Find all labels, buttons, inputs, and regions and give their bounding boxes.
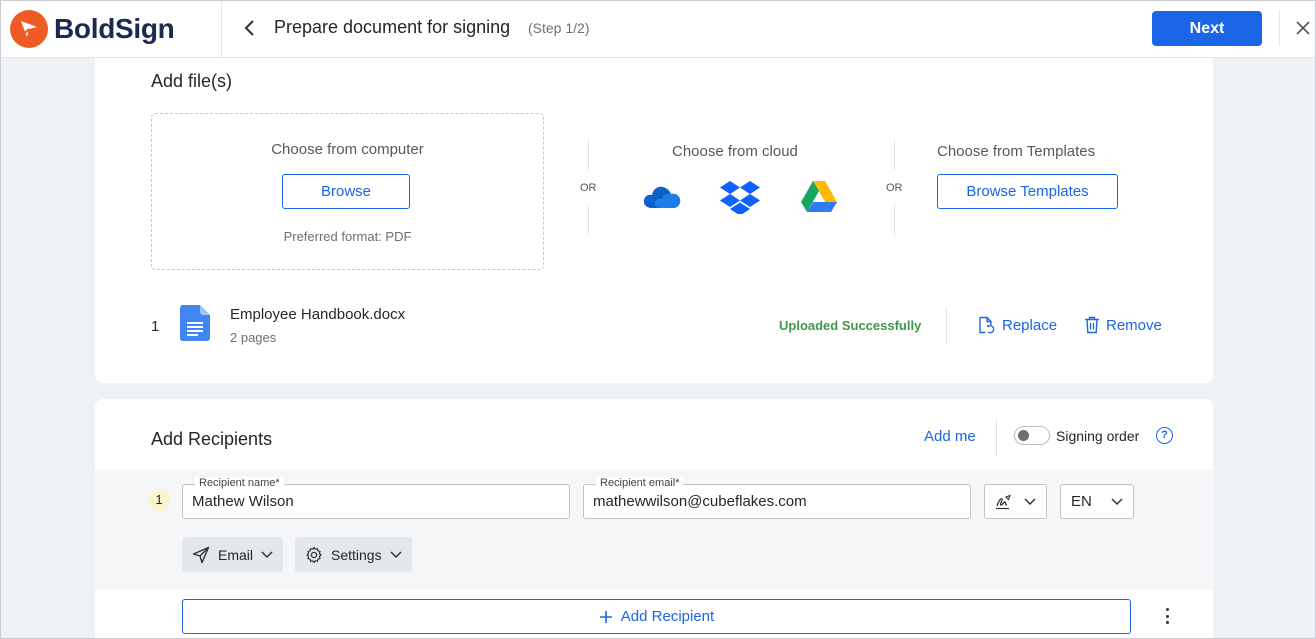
choose-from-templates-label: Choose from Templates: [937, 143, 1096, 160]
header-divider: [221, 0, 222, 58]
divider: [588, 205, 589, 235]
replace-file-icon: [979, 316, 995, 334]
recipient-name-value: Mathew Wilson: [192, 493, 294, 510]
header-divider: [1279, 10, 1280, 46]
replace-label: Replace: [1002, 317, 1058, 334]
divider: [588, 140, 589, 170]
close-icon[interactable]: [1292, 17, 1314, 39]
or-label: OR: [580, 182, 597, 194]
signer-icon: [996, 494, 1011, 509]
language-value: EN: [1071, 493, 1092, 510]
recipient-name-field[interactable]: Recipient name* Mathew Wilson: [182, 477, 570, 519]
onedrive-icon[interactable]: [642, 182, 682, 215]
app-name: BoldSign: [54, 13, 175, 44]
file-index: 1: [151, 318, 160, 335]
add-recipients-title: Add Recipients: [151, 429, 273, 449]
signing-order-toggle[interactable]: [1014, 426, 1050, 445]
top-bar: BoldSign Prepare document for signing (S…: [0, 0, 1316, 58]
upload-status: Uploaded Successfully: [779, 318, 922, 333]
or-label: OR: [886, 182, 903, 194]
divider: [996, 419, 997, 455]
language-dropdown[interactable]: EN: [1060, 484, 1134, 519]
file-page-count: 2 pages: [230, 330, 277, 345]
chevron-down-icon: [1111, 497, 1123, 505]
add-recipient-button[interactable]: Add Recipient: [182, 599, 1131, 634]
settings-label: Settings: [331, 546, 382, 563]
recipient-email-label: Recipient email*: [596, 477, 684, 489]
recipient-index: 1: [148, 489, 170, 511]
divider: [894, 205, 895, 235]
recipient-settings-dropdown[interactable]: Settings: [295, 537, 412, 572]
chevron-down-icon: [390, 550, 402, 558]
recipient-role-dropdown[interactable]: [984, 484, 1047, 519]
help-icon[interactable]: ?: [1156, 427, 1173, 444]
chevron-down-icon: [1024, 497, 1036, 505]
delivery-mode-dropdown[interactable]: Email: [182, 537, 284, 572]
divider: [946, 307, 947, 344]
choose-from-cloud-label: Choose from cloud: [672, 143, 798, 160]
choose-from-computer-label: Choose from computer: [271, 141, 424, 158]
recipient-name-label: Recipient name*: [195, 477, 284, 489]
add-recipient-label: Add Recipient: [620, 608, 715, 625]
document-icon: [180, 305, 210, 346]
next-button[interactable]: Next: [1152, 11, 1262, 46]
browse-button[interactable]: Browse: [282, 174, 410, 209]
dropbox-icon[interactable]: [720, 180, 760, 219]
file-name: Employee Handbook.docx: [230, 306, 406, 323]
plus-icon: [599, 610, 612, 623]
page-title: Prepare document for signing: [274, 17, 511, 37]
add-files-title: Add file(s): [151, 71, 233, 91]
signing-order-label: Signing order: [1056, 428, 1140, 444]
boldsign-logo-icon: [10, 10, 48, 48]
recipient-email-value: mathewwilson@cubeflakes.com: [593, 493, 807, 510]
step-indicator: (Step 1/2): [528, 20, 590, 36]
toggle-knob: [1018, 430, 1029, 441]
remove-label: Remove: [1106, 316, 1162, 334]
add-me-button[interactable]: Add me: [924, 428, 976, 445]
gear-icon: [306, 546, 322, 563]
google-drive-icon[interactable]: [800, 180, 838, 219]
remove-button[interactable]: Remove: [1084, 316, 1162, 334]
chevron-down-icon: [261, 550, 273, 558]
trash-icon: [1085, 316, 1099, 334]
boldsign-logo: BoldSign: [10, 10, 175, 48]
delivery-mode-label: Email: [218, 546, 254, 563]
chevron-left-icon[interactable]: [238, 16, 260, 40]
replace-button[interactable]: Replace: [977, 316, 1057, 335]
recipient-email-field[interactable]: Recipient email* mathewwilson@cubeflakes…: [583, 477, 971, 519]
preferred-format-hint: Preferred format: PDF: [283, 229, 412, 244]
divider: [894, 140, 895, 170]
send-icon: [192, 546, 210, 563]
more-options-icon[interactable]: [1160, 606, 1174, 626]
browse-templates-button[interactable]: Browse Templates: [937, 174, 1118, 209]
